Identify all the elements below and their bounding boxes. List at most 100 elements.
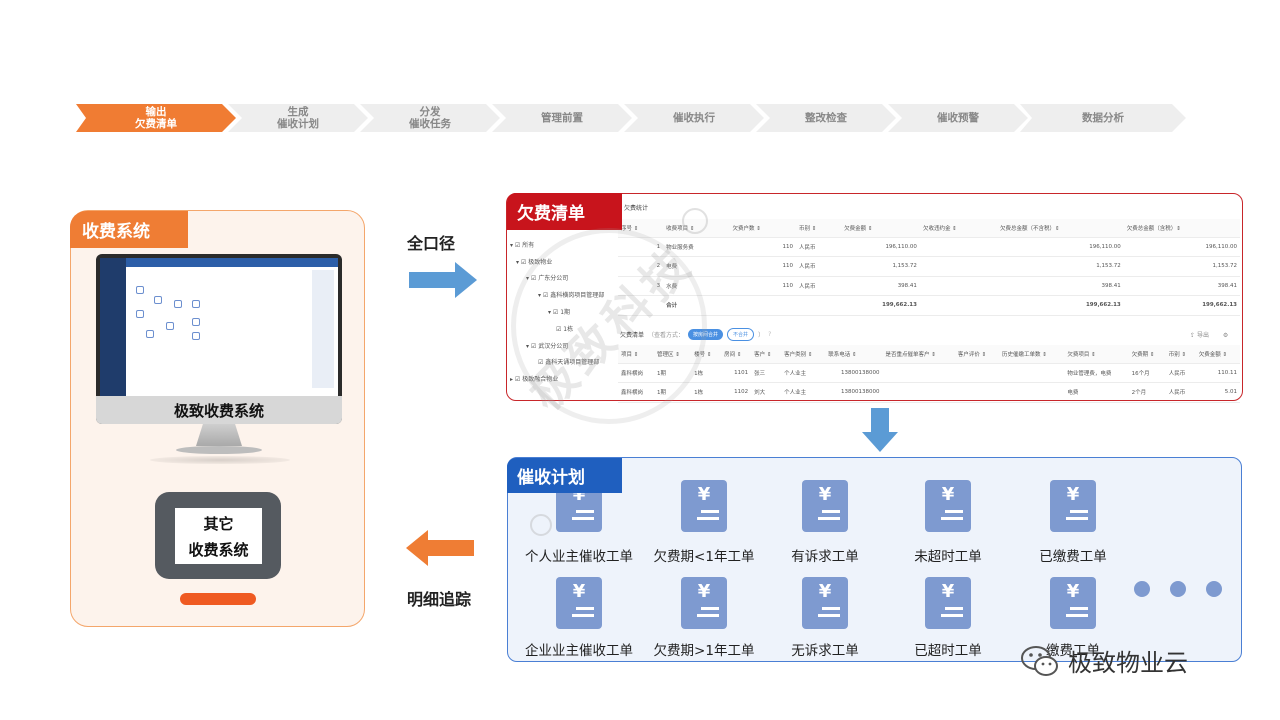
table-cell: 398.41 bbox=[841, 276, 920, 296]
tree-node[interactable]: ▾ ☑ 武汉分公司 bbox=[508, 337, 618, 354]
table-cell: 3 bbox=[618, 276, 664, 296]
tree-node[interactable]: ☑ 1栋 bbox=[508, 320, 618, 337]
table-cell: 1期 bbox=[654, 363, 692, 383]
column-header[interactable]: 欠费总金额（含税）⇕ bbox=[1123, 219, 1240, 238]
column-header[interactable]: 欠费项目 ⇕ bbox=[1064, 345, 1129, 364]
tree-node[interactable]: ▾ ☑ 鑫科横岗项目管理部 bbox=[508, 286, 618, 303]
tree-node[interactable]: ▾ ☑ 广东分公司 bbox=[508, 270, 618, 287]
tree-node[interactable]: ▾ ☑ 极致物业 bbox=[508, 253, 618, 270]
receipt-icon: ¥ bbox=[802, 577, 848, 629]
work-order-label: 无诉求工单 bbox=[791, 643, 859, 659]
table-cell bbox=[999, 382, 1065, 403]
tree-node[interactable]: ▾ ☑ 所有 bbox=[508, 236, 618, 253]
column-header[interactable]: 联系电话 ⇕ bbox=[825, 345, 883, 364]
table-cell: 1栋 bbox=[691, 382, 722, 403]
table-cell: 张三 bbox=[751, 363, 782, 383]
column-header[interactable]: 项目 ⇕ bbox=[618, 345, 654, 364]
column-header[interactable]: 是否重点催单客户 ⇕ bbox=[882, 345, 955, 364]
process-step: 输出 欠费清单 bbox=[76, 104, 236, 132]
arrow-right-icon bbox=[409, 262, 477, 298]
table-cell: 110 bbox=[729, 237, 796, 257]
process-step: 管理前置 bbox=[492, 104, 632, 132]
flow-node-icon bbox=[136, 310, 144, 318]
stat-row[interactable]: 3 水费 110 人民币 398.41 398.41 398.41 bbox=[618, 276, 1240, 296]
yen-glyph: ¥ bbox=[818, 484, 832, 505]
table-cell: 2个月 bbox=[1128, 382, 1166, 403]
yen-glyph: ¥ bbox=[697, 581, 711, 602]
export-button[interactable]: ⇪ 导出 ⚙ bbox=[1190, 330, 1228, 339]
no-merge-toggle[interactable]: 不合并 bbox=[727, 328, 755, 341]
table-cell bbox=[919, 295, 997, 316]
device-line1: 其它 bbox=[203, 514, 234, 533]
receipt-icon: ¥ bbox=[925, 480, 971, 532]
detail-row[interactable]: 鑫科横岗 1期 1栋 1101 张三 个人业主 13800138000 物业管理费，电费 16个… bbox=[618, 363, 1240, 383]
column-header[interactable]: 楼号 ⇕ bbox=[691, 345, 722, 364]
table-cell: 合计 bbox=[663, 295, 730, 316]
step-label: 整改检查 bbox=[805, 112, 847, 124]
process-step: 整改检查 bbox=[756, 104, 896, 132]
receipt-line bbox=[576, 607, 594, 610]
work-order-label: 欠费期<1年工单 bbox=[653, 549, 755, 565]
column-header[interactable]: 欠费期 ⇕ bbox=[1128, 345, 1166, 364]
table-cell bbox=[954, 363, 1000, 383]
stat-row[interactable]: 合计 199,662.13 199,662.13 199,662.13 bbox=[618, 295, 1240, 316]
settings-icon[interactable]: ⚙ bbox=[1223, 332, 1228, 339]
column-header[interactable]: 客户 ⇕ bbox=[751, 345, 782, 364]
column-header[interactable]: 客户类别 ⇕ bbox=[781, 345, 826, 364]
table-cell: 鑫科横岗 bbox=[618, 363, 654, 383]
receipt-line bbox=[697, 614, 719, 617]
column-header[interactable]: 币别 ⇕ bbox=[1165, 345, 1196, 364]
column-header[interactable]: 币别 ⇕ bbox=[795, 219, 842, 238]
column-header[interactable]: 欠费金额 ⇕ bbox=[841, 219, 920, 238]
table-cell bbox=[729, 295, 796, 316]
receipt-icon: ¥ bbox=[681, 480, 727, 532]
monitor-base bbox=[176, 446, 262, 454]
stat-row[interactable]: 1 物业服务费 110 人民币 196,110.00 196,110.00 196,110.… bbox=[618, 237, 1240, 257]
slide: 输出 欠费清单 生成 催收计划 分发 催收任务 管理前置 催收执行 整改检查 催收预警 数据分析 收… bbox=[0, 0, 1280, 720]
work-order-label: 已超时工单 bbox=[914, 643, 982, 659]
column-header[interactable]: 欠费户数 ⇕ bbox=[729, 219, 796, 238]
column-header[interactable]: 历史催缴工单数 ⇕ bbox=[999, 345, 1065, 364]
receipt-line bbox=[941, 517, 963, 520]
receipt-line bbox=[572, 517, 594, 520]
column-header[interactable]: 欠费总金额（不含税）⇕ bbox=[996, 219, 1124, 238]
column-header[interactable]: 序号 ⇕ bbox=[618, 219, 664, 238]
tree-node[interactable]: ☑ 鑫科天诵项目管理部 bbox=[508, 354, 618, 371]
stat-row[interactable]: 2 电费 110 人民币 1,153.72 1,153.72 1,153.72 bbox=[618, 256, 1240, 277]
table-cell: 110 bbox=[729, 276, 796, 296]
tree-node[interactable]: ▸ ☑ 极致融合物业 bbox=[508, 370, 618, 387]
column-header[interactable]: 欠费金额 ⇕ bbox=[1195, 345, 1240, 364]
detail-tracking-label: 明细追踪 bbox=[407, 590, 472, 609]
full-scope-label: 全口径 bbox=[407, 234, 456, 253]
flow-node-icon bbox=[192, 332, 200, 340]
table-cell: 刘大 bbox=[751, 382, 782, 403]
help-icon[interactable]: ? bbox=[768, 331, 771, 338]
receipt-line bbox=[818, 614, 840, 617]
table-cell bbox=[882, 363, 955, 383]
receipt-line bbox=[945, 607, 963, 610]
receipt-line bbox=[576, 510, 594, 513]
tree-node[interactable]: ▾ ☑ 1期 bbox=[508, 303, 618, 320]
more-dot bbox=[1170, 581, 1186, 597]
column-header[interactable]: 欠收违约金 ⇕ bbox=[919, 219, 997, 238]
table-cell: 13800138000 bbox=[825, 382, 883, 403]
receipt-line bbox=[1066, 517, 1088, 520]
receipt-line bbox=[945, 510, 963, 513]
table-cell: 1101 bbox=[721, 363, 752, 383]
step-label: 催收预警 bbox=[937, 112, 979, 124]
list-mode-close: ） bbox=[758, 332, 765, 339]
column-header[interactable]: 管理区 ⇕ bbox=[654, 345, 692, 364]
merge-by-room-toggle[interactable]: 按房间合并 bbox=[688, 329, 724, 340]
detail-row[interactable]: 鑫科横岗 1期 1栋 1102 刘大 个人业主 13800138000 电费 2个月 人民币 5.0… bbox=[618, 382, 1240, 403]
monitor: 极致收费系统 bbox=[96, 254, 342, 424]
deco-circle bbox=[530, 514, 552, 536]
column-header[interactable]: 房间 ⇕ bbox=[721, 345, 752, 364]
column-header[interactable]: 客户评价 ⇕ bbox=[954, 345, 1000, 364]
yen-glyph: ¥ bbox=[941, 581, 955, 602]
brand-name: 极致物业云 bbox=[1068, 649, 1188, 677]
export-label: 导出 bbox=[1196, 332, 1209, 339]
table-cell: 13800138000 bbox=[825, 363, 883, 383]
arrears-detail-table: 项目 ⇕ 管理区 ⇕ 楼号 ⇕ 房间 ⇕ 客户 ⇕ 客户类别 ⇕ 联系电话 ⇕ 是否重点催单客… bbox=[618, 345, 1240, 403]
flow-node-icon bbox=[192, 300, 200, 308]
step-label: 催收执行 bbox=[673, 112, 715, 124]
